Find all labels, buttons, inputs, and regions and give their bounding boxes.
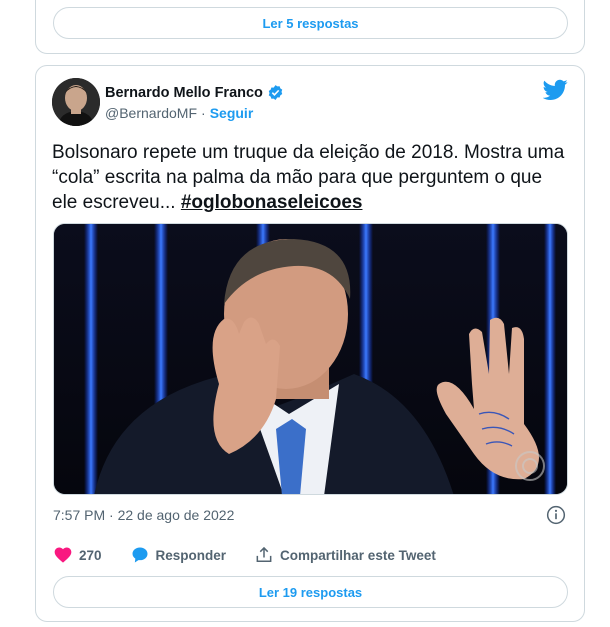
info-icon[interactable]	[546, 505, 566, 525]
previous-tweet-card: Ler 5 respostas	[35, 0, 585, 54]
verified-badge-icon	[268, 85, 283, 100]
tweet-photo[interactable]	[53, 223, 568, 495]
read-replies-button[interactable]: Ler 5 respostas	[53, 7, 568, 39]
author-name[interactable]: Bernardo Mello Franco	[105, 85, 263, 101]
hashtag-link[interactable]: #oglobonaseleicoes	[181, 192, 363, 213]
twitter-bird-icon[interactable]	[543, 79, 568, 101]
share-label: Compartilhar este Tweet	[280, 547, 436, 563]
share-button[interactable]: Compartilhar este Tweet	[254, 545, 436, 565]
tweet-card: Bernardo Mello Franco @BernardoMF · Segu…	[35, 65, 585, 622]
tweet-actions: 270 Responder Compartilhar este Tweet	[53, 545, 464, 565]
follow-link[interactable]: Seguir	[210, 105, 254, 121]
like-count: 270	[79, 547, 102, 563]
like-button[interactable]: 270	[53, 545, 102, 565]
reply-bubble-icon	[132, 547, 148, 563]
tweet-timestamp[interactable]: 7:57 PM · 22 de ago de 2022	[53, 507, 234, 523]
reply-label: Responder	[155, 547, 227, 563]
handle-row: @BernardoMF · Seguir	[105, 105, 253, 121]
reply-button[interactable]: Responder	[130, 545, 227, 565]
read-more-replies-button[interactable]: Ler 19 respostas	[53, 576, 568, 608]
author-handle[interactable]: @BernardoMF	[105, 105, 197, 121]
avatar[interactable]	[52, 78, 100, 126]
heart-icon	[54, 547, 72, 563]
separator: ·	[201, 105, 206, 121]
share-icon	[256, 546, 272, 562]
author-row: Bernardo Mello Franco	[105, 84, 284, 101]
tweet-text: Bolsonaro repete um truque da eleição de…	[52, 140, 572, 215]
